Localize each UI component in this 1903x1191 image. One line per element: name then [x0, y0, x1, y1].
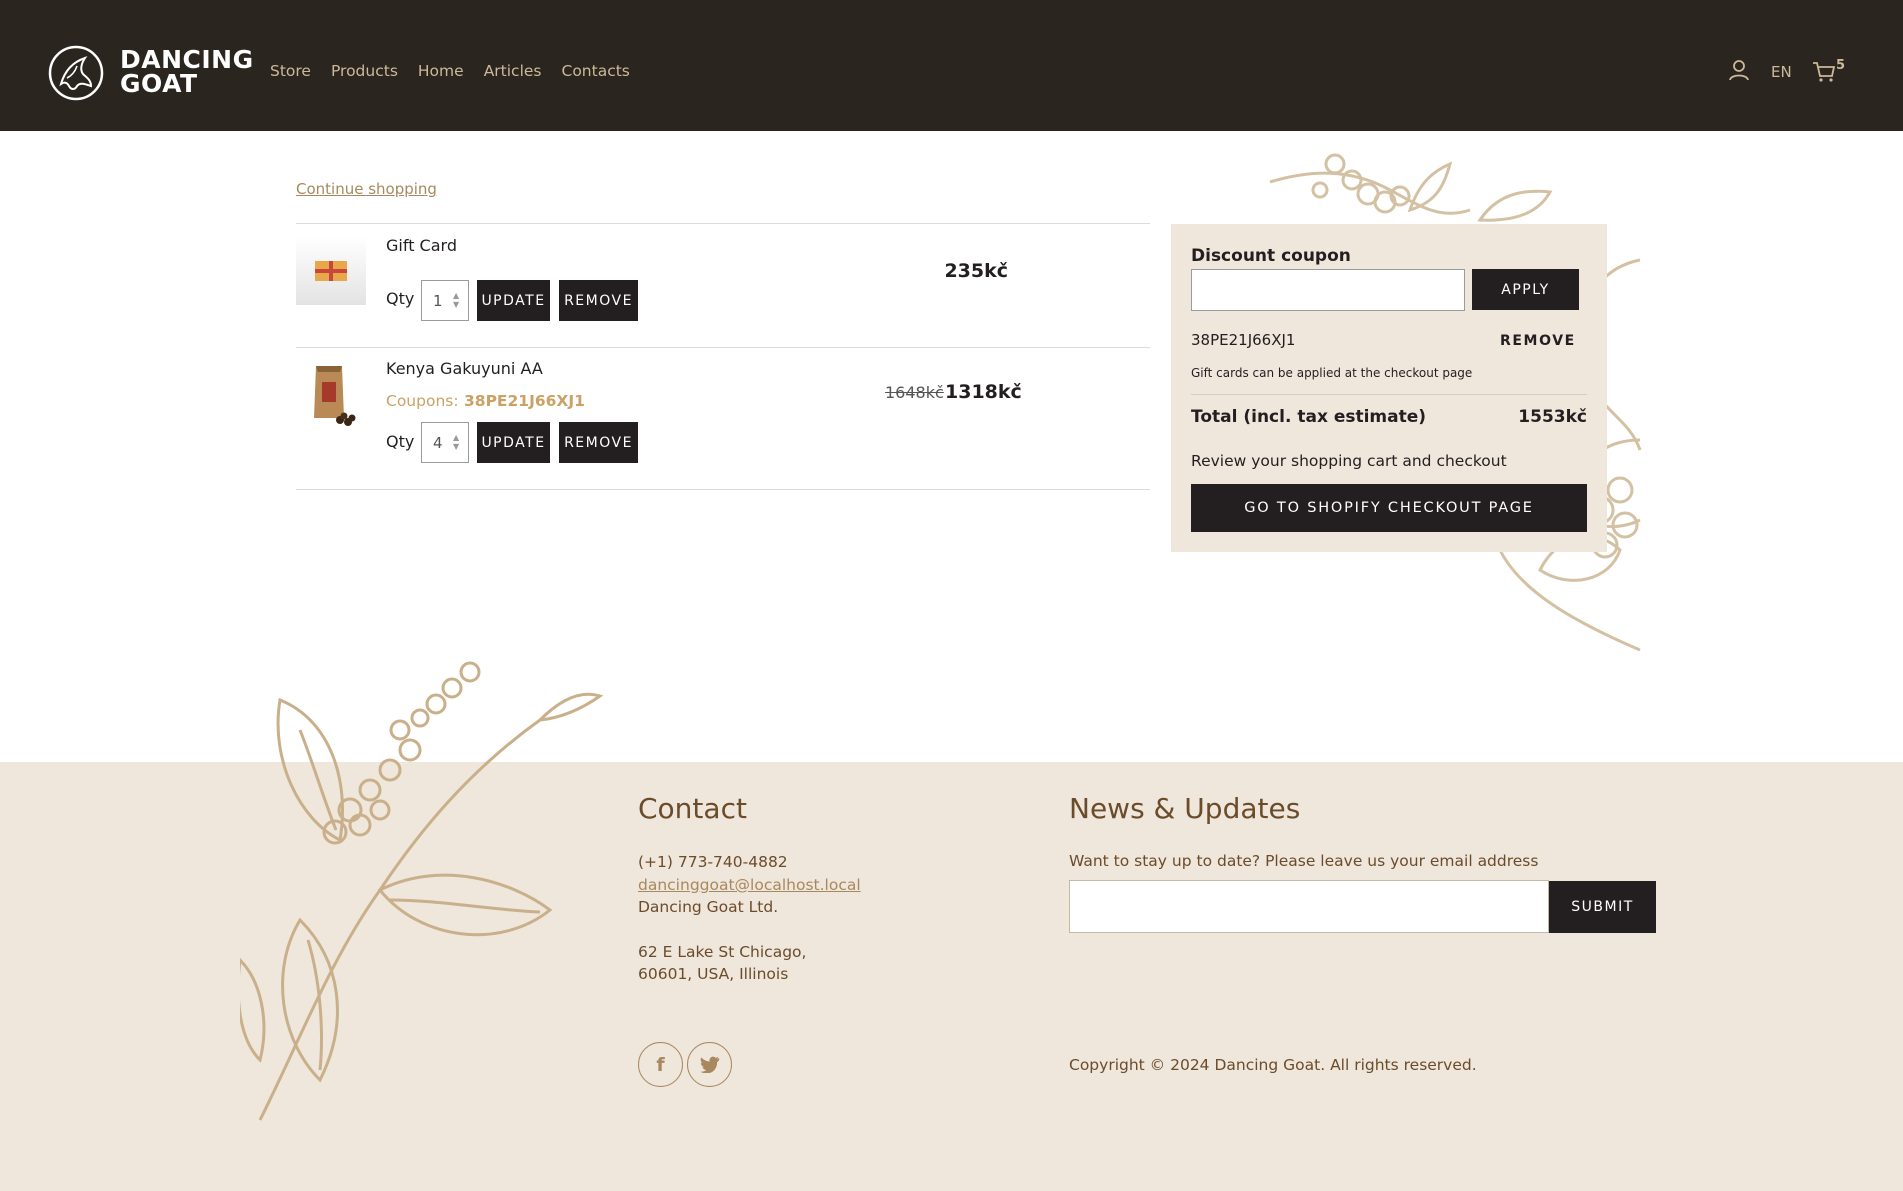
- nav-contacts[interactable]: Contacts: [562, 62, 630, 80]
- update-button[interactable]: UPDATE: [477, 280, 550, 321]
- contact-company: Dancing Goat Ltd.: [638, 898, 779, 916]
- brand-name[interactable]: DANCING GOAT: [120, 47, 254, 98]
- shopify-checkout-button[interactable]: GO TO SHOPIFY CHECKOUT PAGE: [1191, 484, 1587, 532]
- apply-coupon-button[interactable]: APPLY: [1472, 269, 1579, 310]
- cart-icon[interactable]: [1812, 61, 1836, 83]
- spinner-arrows-icon[interactable]: ▲ ▼: [453, 433, 462, 451]
- twitter-icon[interactable]: [687, 1042, 732, 1087]
- cart-count-badge: 5: [1836, 58, 1846, 73]
- newsletter-submit-button[interactable]: SUBMIT: [1549, 881, 1656, 933]
- contact-email-link[interactable]: dancinggoat@localhost.local: [638, 876, 861, 894]
- quantity-value[interactable]: 1: [433, 292, 443, 310]
- total-label: Total (incl. tax estimate): [1191, 407, 1427, 427]
- original-price: 1648kč: [885, 383, 944, 402]
- quantity-stepper[interactable]: 1 ▲ ▼: [421, 280, 469, 321]
- user-icon[interactable]: [1728, 59, 1750, 81]
- nav-articles[interactable]: Articles: [484, 62, 542, 80]
- gift-card-image-icon[interactable]: [296, 237, 366, 307]
- quantity-value[interactable]: 4: [433, 434, 443, 452]
- newsletter-email-input[interactable]: [1069, 880, 1549, 933]
- news-description: Want to stay up to date? Please leave us…: [1069, 852, 1539, 870]
- item-price: 1318kč: [945, 381, 1022, 403]
- brand-line-2: GOAT: [120, 69, 198, 98]
- site-header: DANCING GOAT Store Products Home Article…: [0, 0, 1903, 131]
- qty-label: Qty: [386, 432, 415, 451]
- main-nav: Store Products Home Articles Contacts: [270, 62, 650, 80]
- review-text: Review your shopping cart and checkout: [1191, 452, 1507, 470]
- cart-divider: [296, 223, 1150, 224]
- twitter-bird-icon: [699, 1056, 719, 1073]
- language-selector[interactable]: EN: [1771, 63, 1792, 81]
- applied-coupon-code: 38PE21J66XJ1: [1191, 331, 1296, 349]
- contact-heading: Contact: [638, 792, 747, 825]
- coupon-code-input[interactable]: [1191, 269, 1465, 311]
- coffee-branch-decoration-icon: [240, 661, 604, 1121]
- nav-products[interactable]: Products: [331, 62, 398, 80]
- quantity-stepper[interactable]: 4 ▲ ▼: [421, 422, 469, 463]
- facebook-icon[interactable]: f: [638, 1042, 683, 1087]
- total-value: 1553kč: [1518, 407, 1587, 427]
- contact-phone[interactable]: (+1) 773-740-4882: [638, 853, 788, 871]
- cart-divider: [296, 347, 1150, 348]
- remove-coupon-button[interactable]: REMOVE: [1500, 333, 1576, 349]
- update-button[interactable]: UPDATE: [477, 422, 550, 463]
- item-name[interactable]: Kenya Gakuyuni AA: [386, 359, 543, 378]
- spinner-arrows-icon[interactable]: ▲ ▼: [453, 291, 462, 309]
- copyright-text: Copyright © 2024 Dancing Goat. All right…: [1069, 1056, 1477, 1074]
- goat-logo-icon[interactable]: [47, 44, 105, 102]
- contact-address-line-2: 60601, USA, Illinois: [638, 965, 789, 983]
- gift-card-note: Gift cards can be applied at the checkou…: [1191, 366, 1473, 380]
- order-summary-panel: Discount coupon APPLY 38PE21J66XJ1 REMOV…: [1171, 224, 1607, 552]
- cart-divider: [296, 489, 1150, 490]
- qty-label: Qty: [386, 289, 415, 308]
- coupons-label: Coupons:: [386, 392, 459, 410]
- contact-address-line-1: 62 E Lake St Chicago,: [638, 943, 807, 961]
- discount-coupon-title: Discount coupon: [1191, 246, 1351, 266]
- nav-store[interactable]: Store: [270, 62, 311, 80]
- continue-shopping-link[interactable]: Continue shopping: [296, 180, 437, 198]
- news-heading: News & Updates: [1069, 792, 1301, 825]
- nav-home[interactable]: Home: [418, 62, 464, 80]
- remove-button[interactable]: REMOVE: [559, 422, 638, 463]
- coupon-code: 38PE21J66XJ1: [464, 392, 585, 410]
- coffee-bag-image-icon[interactable]: [296, 360, 366, 430]
- summary-divider: [1191, 394, 1587, 395]
- item-price: 235kč: [944, 260, 1008, 282]
- item-name[interactable]: Gift Card: [386, 236, 457, 255]
- remove-button[interactable]: REMOVE: [559, 280, 638, 321]
